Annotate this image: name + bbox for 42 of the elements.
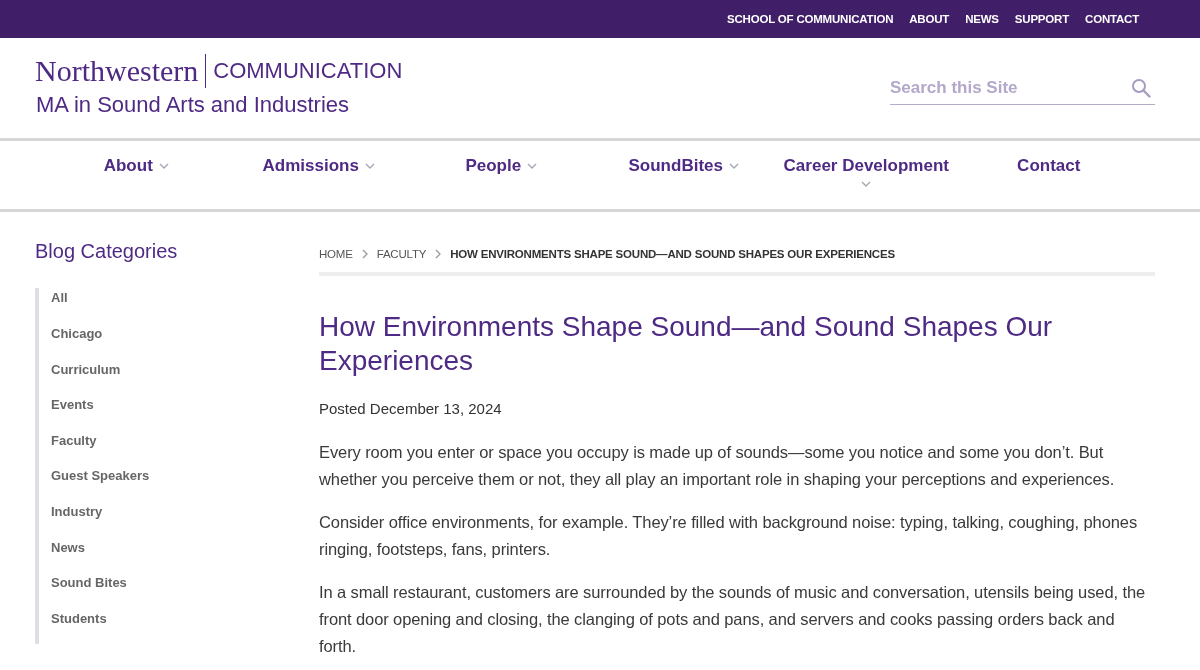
body-paragraph: In a small restaurant, customers are surrounded by the sounds of music and conversation, utensils being used, the front door opening and closing, the clanging of pots and pans, and servers and cooks passing orders back and forth. (319, 582, 1147, 657)
breadcrumb-current: HOW ENVIRONMENTS SHAPE SOUND—AND SOUND SHAPES OUR EXPERIENCES (450, 248, 895, 260)
nav-link[interactable]: Admissions (262, 155, 359, 177)
utility-link[interactable]: NEWS (965, 13, 999, 25)
chevron-down-icon[interactable] (861, 181, 872, 187)
chevron-right-icon (361, 249, 368, 259)
category-link[interactable]: All (51, 290, 68, 305)
category-link[interactable]: Curriculum (51, 361, 121, 377)
chevron-down-icon[interactable] (158, 163, 169, 169)
utility-link[interactable]: ABOUT (909, 13, 950, 25)
nav-link[interactable]: Contact (1017, 155, 1081, 209)
program-title[interactable]: MA in Sound Arts and Industries (35, 92, 403, 118)
nav-link[interactable]: About (103, 155, 153, 177)
posted-date: Posted December 13, 2024 (319, 400, 503, 417)
search-icon[interactable] (1131, 78, 1151, 98)
utility-link[interactable]: SCHOOL OF COMMUNICATION (727, 13, 894, 25)
chevron-down-icon[interactable] (364, 163, 375, 169)
nav-link[interactable]: People (465, 155, 522, 177)
category-link[interactable]: Events (51, 397, 94, 413)
body-paragraph: Consider office environments, for example. They’re filled with background noise: typing, talking, coughing, phones ringing, footsteps, fans, printers. (319, 512, 1139, 560)
university-wordmark[interactable]: Northwestern (35, 54, 207, 88)
utility-link[interactable]: SUPPORT (1014, 13, 1070, 25)
breadcrumb-link[interactable]: HOME (319, 248, 353, 260)
article-title: How Environments Shape Sound—and Sound Shapes Our Experiences (319, 310, 1054, 378)
sidebar-heading: Blog Categories (35, 240, 179, 263)
chevron-right-icon (435, 249, 442, 259)
nav-link[interactable]: SoundBites (628, 155, 723, 177)
chevron-down-icon[interactable] (527, 163, 538, 169)
category-link[interactable]: Sound Bites (51, 575, 127, 591)
breadcrumb-link[interactable]: FACULTY (376, 248, 427, 260)
utility-link[interactable]: CONTACT (1085, 13, 1139, 25)
category-link[interactable]: News (51, 539, 85, 555)
category-link[interactable]: Guest Speakers (51, 468, 150, 484)
nav-link[interactable]: Career Development (783, 155, 949, 177)
category-link[interactable]: Faculty (51, 432, 97, 448)
body-paragraph: Every room you enter or space you occupy is made up of sounds—some you notice and some you don’t. But whether you perceive them or not, they all play an important role in shaping your perceptions and experiences. (319, 442, 1116, 490)
category-link[interactable]: Students (51, 610, 107, 626)
chevron-down-icon[interactable] (728, 163, 739, 169)
category-link[interactable]: Chicago (51, 326, 103, 341)
search-field[interactable]: Search this Site (890, 78, 1131, 98)
category-link[interactable]: Industry (51, 503, 103, 519)
school-name[interactable]: COMMUNICATION (206, 58, 403, 84)
